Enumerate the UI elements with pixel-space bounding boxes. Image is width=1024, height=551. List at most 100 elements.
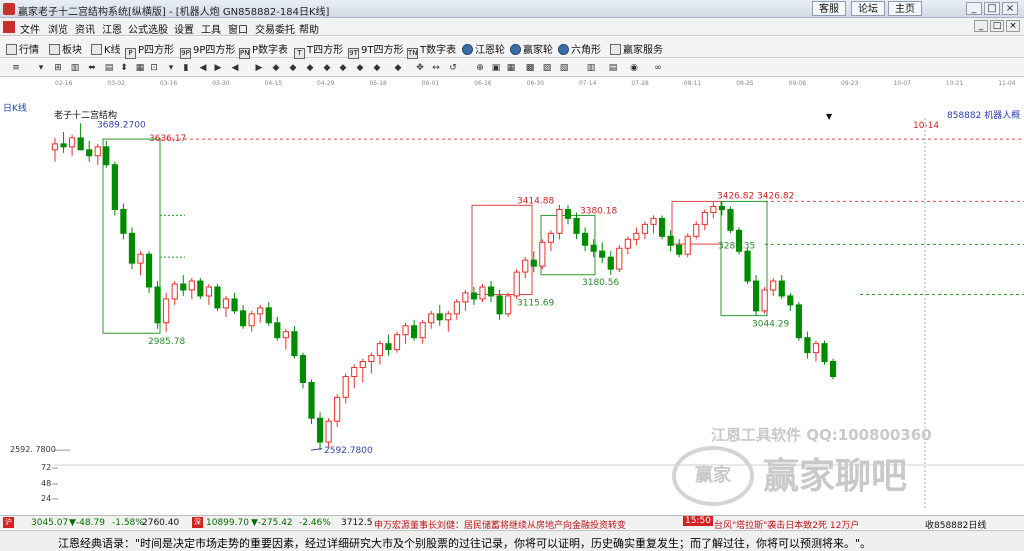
drawing-tool-icon[interactable]: ⊞ bbox=[52, 62, 64, 74]
customer-service-link[interactable]: 客服 bbox=[812, 1, 846, 16]
drawing-tool-icon[interactable]: ◆ bbox=[304, 62, 316, 74]
drawing-tool-icon[interactable]: ▾ bbox=[35, 62, 47, 74]
toolbar-t-square-button[interactable]: T T四方形 bbox=[294, 41, 343, 59]
candle-body bbox=[633, 232, 640, 240]
drawing-tool-icon[interactable]: ◆ bbox=[337, 62, 349, 74]
menu-gann[interactable]: 江恩 bbox=[102, 21, 122, 36]
candle-body bbox=[419, 322, 426, 339]
candle-body bbox=[171, 283, 178, 300]
date-tick: 03-16 bbox=[159, 80, 178, 87]
toolbar-p-square-button[interactable]: P P四方形 bbox=[125, 41, 174, 59]
period-label: 日K线 bbox=[3, 104, 27, 114]
candle-body bbox=[582, 232, 589, 246]
drawing-tool-icon[interactable]: ≡ bbox=[10, 62, 22, 74]
drawing-tool-icon[interactable]: ▥ bbox=[69, 62, 81, 74]
toolbar-label: K线 bbox=[104, 45, 121, 56]
candle-body bbox=[376, 343, 383, 357]
date-tick: 09-23 bbox=[841, 80, 859, 87]
drawing-tool-icon[interactable]: ▩ bbox=[524, 62, 536, 74]
drawing-tool-icon[interactable]: ◆ bbox=[371, 62, 383, 74]
menu-info[interactable]: 资讯 bbox=[75, 21, 95, 36]
toolbar-sector-button[interactable]: 板块 bbox=[49, 41, 82, 56]
date-tick: 11-04 bbox=[998, 80, 1016, 87]
drawing-tool-icon[interactable]: ✥ bbox=[414, 62, 426, 74]
date-tick: 09-08 bbox=[788, 80, 807, 87]
drawing-tool-icon[interactable]: ◆ bbox=[354, 62, 366, 74]
menu-formula[interactable]: 公式选股 bbox=[128, 21, 168, 36]
drawing-tool-icon[interactable]: ⬌ bbox=[86, 62, 98, 74]
toolbar-hexagon-button[interactable]: 六角形 bbox=[558, 41, 601, 56]
mdi-close-button[interactable]: × bbox=[1006, 20, 1020, 32]
drawing-tool-icon[interactable]: ◉ bbox=[628, 62, 640, 74]
drawing-tool-icon[interactable]: ▶ bbox=[212, 62, 224, 74]
drawing-tool-icon[interactable]: ▤ bbox=[103, 62, 115, 74]
drawing-tool-icon[interactable]: ◆ bbox=[321, 62, 333, 74]
maximize-button[interactable]: □ bbox=[984, 2, 1000, 15]
menu-window[interactable]: 窗口 bbox=[228, 21, 248, 36]
main-toolbar: 行情 板块 K线 P P四方形 9P 9P四方形 PN P数字表 T T四方形 9T 9T… bbox=[0, 37, 1024, 59]
drawing-tool-icon[interactable]: ⬍ bbox=[118, 62, 130, 74]
toolbar-service-button[interactable]: 赢家服务 bbox=[610, 41, 663, 56]
shanghai-index-icon[interactable]: 沪 bbox=[3, 517, 14, 528]
menu-settings[interactable]: 设置 bbox=[174, 21, 194, 36]
candle-body bbox=[641, 223, 649, 234]
drawing-tool-icon[interactable]: ◀ bbox=[197, 62, 209, 74]
toolbar-t-table-button[interactable]: TN T数字表 bbox=[407, 41, 456, 59]
minimize-button[interactable]: _ bbox=[966, 2, 982, 15]
menu-tools[interactable]: 工具 bbox=[201, 21, 221, 36]
drawing-tool-icon[interactable]: ◀ bbox=[229, 62, 241, 74]
candle-body bbox=[795, 304, 802, 339]
forum-link[interactable]: 论坛 bbox=[851, 1, 885, 16]
candle-body bbox=[145, 253, 153, 288]
drawing-tool-icon[interactable]: ▥ bbox=[585, 62, 597, 74]
candle-body bbox=[829, 361, 837, 377]
drawing-tool-icon[interactable]: ▧ bbox=[558, 62, 570, 74]
drawing-tool-icon[interactable]: ⊕ bbox=[474, 62, 486, 74]
drawing-tool-icon[interactable]: ▮ bbox=[180, 62, 192, 74]
drawing-tool-icon[interactable]: ∞ bbox=[652, 62, 664, 74]
menu-browse[interactable]: 浏览 bbox=[48, 21, 68, 36]
drawing-tool-icon[interactable]: ⊡ bbox=[148, 62, 160, 74]
drawing-tool-icon[interactable]: ▨ bbox=[541, 62, 553, 74]
mdi-minimize-button[interactable]: _ bbox=[974, 20, 988, 32]
drawing-tool-icon[interactable]: ▶ bbox=[253, 62, 265, 74]
toolbar-kline-button[interactable]: K线 bbox=[91, 41, 121, 56]
candle-body bbox=[787, 295, 794, 306]
menu-file[interactable]: 文件 bbox=[20, 21, 40, 36]
toolbar-quotes-button[interactable]: 行情 bbox=[6, 41, 39, 56]
menu-trade[interactable]: 交易委托 bbox=[255, 21, 295, 36]
toolbar-winner-wheel-button[interactable]: 赢家轮 bbox=[510, 41, 553, 56]
candle-body bbox=[120, 208, 127, 234]
candle-body bbox=[693, 223, 700, 237]
toolbar-p-table-button[interactable]: PN P数字表 bbox=[239, 41, 288, 59]
shenzhen-index-icon[interactable]: 深 bbox=[192, 517, 203, 528]
gann-quote: 江恩经典语录："时间是决定市场走势的重要因素，经过详细研究大市及个别股票的过往记… bbox=[58, 537, 872, 550]
mdi-restore-button[interactable]: □ bbox=[990, 20, 1004, 32]
structure-dropdown-icon[interactable]: ▼ bbox=[826, 112, 832, 121]
toolbar-9t-square-button[interactable]: 9T 9T四方形 bbox=[348, 41, 403, 59]
candle-body bbox=[607, 256, 614, 270]
left-scale-label: 2592. 7800 bbox=[10, 445, 56, 454]
candle-body bbox=[453, 301, 460, 315]
candle-body bbox=[821, 343, 828, 363]
drawing-tool-icon[interactable]: ▦ bbox=[505, 62, 517, 74]
drawing-tool-icon[interactable]: ▦ bbox=[134, 62, 146, 74]
drawing-tool-icon[interactable]: ↺ bbox=[447, 62, 459, 74]
toolbar-9p-square-button[interactable]: 9P 9P四方形 bbox=[180, 41, 235, 59]
volume-tick: 48 bbox=[41, 479, 52, 488]
candle-body bbox=[718, 205, 725, 210]
candle-body bbox=[753, 280, 760, 312]
drawing-tool-icon[interactable]: ▣ bbox=[490, 62, 502, 74]
candle-body bbox=[128, 232, 136, 264]
drawing-tool-icon[interactable]: ◆ bbox=[287, 62, 299, 74]
drawing-tool-icon[interactable]: ◆ bbox=[270, 62, 282, 74]
drawing-tool-icon[interactable]: ▤ bbox=[607, 62, 619, 74]
drawing-tool-icon[interactable]: ↔ bbox=[430, 62, 442, 74]
volume-tick: 72 bbox=[41, 463, 52, 472]
menu-help[interactable]: 帮助 bbox=[299, 21, 319, 36]
homepage-link[interactable]: 主页 bbox=[888, 1, 922, 16]
drawing-tool-icon[interactable]: ◆ bbox=[392, 62, 404, 74]
close-button[interactable]: × bbox=[1002, 2, 1018, 15]
toolbar-gann-wheel-button[interactable]: 江恩轮 bbox=[462, 41, 505, 56]
drawing-tool-icon[interactable]: ▾ bbox=[165, 62, 177, 74]
